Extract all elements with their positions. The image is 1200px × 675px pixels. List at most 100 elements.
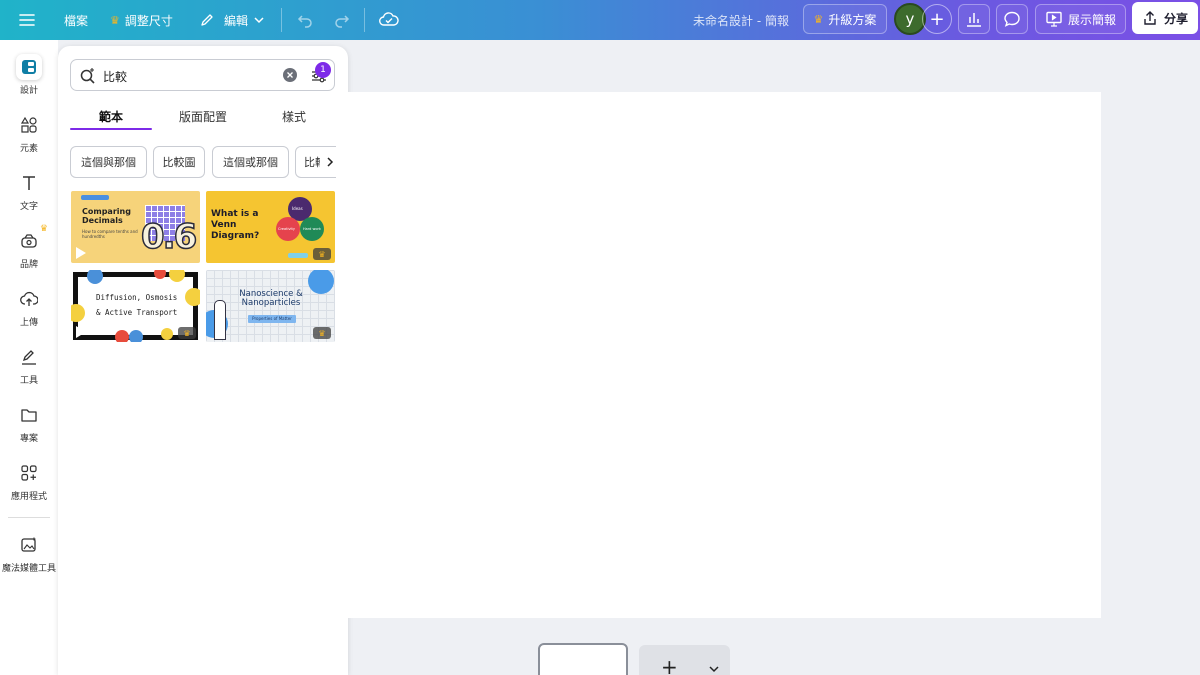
- dot-circle: [185, 288, 200, 306]
- rail-label-text: 文字: [19, 202, 38, 212]
- venn-label: Creativity: [278, 227, 295, 231]
- undo-icon: [297, 15, 312, 28]
- play-icon: [76, 247, 86, 259]
- chip-comparison-chart[interactable]: 比較圖: [153, 146, 205, 178]
- top-bar: 檔案 ♛ 調整尺寸 編輯 未命名設計 - 簡報 ♛ 升級方案 y + 展示簡報: [0, 0, 1200, 40]
- tab-label: 樣式: [281, 109, 306, 124]
- page-thumbnail[interactable]: [538, 643, 628, 675]
- tab-templates[interactable]: 範本: [70, 102, 152, 130]
- rail-item-text[interactable]: 文字: [0, 170, 58, 220]
- dot-circle: [115, 330, 129, 342]
- chip-label: 比較圖: [162, 156, 196, 169]
- template-diffusion-osmosis[interactable]: Diffusion, Osmosis & Active Transport ♛: [71, 270, 200, 342]
- rail-item-magic-media[interactable]: 魔法媒體工具: [0, 532, 58, 582]
- template-title: Nanoscience & Nanoparticles: [239, 289, 303, 308]
- design-canvas[interactable]: [348, 92, 1101, 618]
- left-rail: 設計 元素 文字 ♛ 品牌 上傳 工具 專案 應用程式 魔法媒體工具: [0, 40, 58, 675]
- design-icon: [16, 54, 42, 80]
- chips-scroll-right-button[interactable]: [320, 150, 340, 174]
- cloud-upload-icon: [16, 286, 42, 312]
- resize-button[interactable]: ♛ 調整尺寸: [110, 0, 173, 40]
- rail-item-brand[interactable]: ♛ 品牌: [0, 224, 58, 278]
- rail-label-magic-media: 魔法媒體工具: [1, 564, 56, 574]
- template-subtitle: Properties of Matter: [248, 315, 296, 323]
- share-button[interactable]: 分享: [1132, 2, 1198, 34]
- crown-icon: ♛: [110, 13, 120, 27]
- rail-label-uploads: 上傳: [19, 318, 38, 328]
- undo-button[interactable]: [296, 0, 314, 40]
- insights-button[interactable]: [958, 4, 990, 34]
- figure-circle: [308, 270, 334, 294]
- filter-count-badge: 1: [315, 62, 331, 78]
- brand-icon: ♛: [16, 224, 48, 254]
- search-input[interactable]: [103, 66, 273, 86]
- template-nanoscience[interactable]: Nanoscience & Nanoparticles Properties o…: [206, 270, 335, 342]
- rail-divider: [8, 517, 50, 518]
- rail-item-apps[interactable]: 應用程式: [0, 460, 58, 510]
- edit-menu[interactable]: 編輯: [199, 0, 265, 40]
- templates-panel: 1 範本 版面配置 樣式 這個與那個 比較圖 這個或那個 比較 Comparin…: [58, 46, 348, 675]
- template-comparing-decimals[interactable]: Comparing Decimals How to compare tenths…: [71, 191, 200, 263]
- comment-button[interactable]: [996, 4, 1028, 34]
- chevron-down-icon: [254, 17, 264, 24]
- venn-label: Hard work: [303, 227, 321, 231]
- dot-circle: [161, 328, 173, 340]
- chip-label: 這個或那個: [223, 156, 278, 169]
- venn-label: Ideas: [292, 206, 303, 211]
- magic-image-icon: [16, 532, 42, 558]
- rail-item-projects[interactable]: 專案: [0, 402, 58, 452]
- upgrade-button[interactable]: ♛ 升級方案: [803, 4, 887, 34]
- template-venn-diagram[interactable]: What is a Venn Diagram? Ideas Creativity…: [206, 191, 335, 263]
- redo-button[interactable]: [333, 0, 351, 40]
- plus-icon: +: [929, 8, 945, 30]
- clear-search-button[interactable]: [283, 68, 297, 82]
- pencil-icon: [201, 14, 213, 26]
- label-bar: [81, 195, 109, 200]
- file-menu-label: 檔案: [64, 13, 89, 28]
- text-icon: [16, 170, 42, 196]
- close-icon: [287, 72, 293, 78]
- rail-label-design: 設計: [19, 86, 38, 96]
- edit-label: 編輯: [224, 13, 249, 28]
- toolbar-divider: [364, 8, 365, 32]
- tab-layouts[interactable]: 版面配置: [162, 102, 244, 130]
- rail-item-elements[interactable]: 元素: [0, 112, 58, 162]
- avatar-letter: y: [905, 10, 915, 28]
- chevron-right-icon: [327, 157, 334, 167]
- tab-styles[interactable]: 樣式: [253, 102, 335, 130]
- suggestion-chips: 這個與那個 比較圖 這個或那個 比較: [70, 146, 336, 178]
- rail-label-projects: 專案: [19, 434, 38, 444]
- magic-search-icon: [80, 68, 95, 84]
- redo-icon: [335, 15, 350, 28]
- invite-button[interactable]: +: [922, 4, 952, 34]
- rail-item-uploads[interactable]: 上傳: [0, 286, 58, 336]
- share-icon: [1144, 11, 1156, 25]
- share-label: 分享: [1163, 11, 1188, 26]
- rail-label-tools: 工具: [19, 376, 38, 386]
- rail-label-elements: 元素: [19, 144, 38, 154]
- rail-item-tools[interactable]: 工具: [0, 344, 58, 394]
- chip-this-or-that[interactable]: 這個或那個: [212, 146, 289, 178]
- rail-item-design[interactable]: 設計: [0, 54, 58, 104]
- design-title[interactable]: 未命名設計 - 簡報: [693, 0, 789, 40]
- menu-button[interactable]: [18, 0, 36, 40]
- filter-button[interactable]: 1: [309, 62, 331, 86]
- toolbar-divider: [281, 8, 282, 32]
- add-page-button[interactable]: +: [639, 645, 730, 675]
- save-status-button[interactable]: [379, 0, 399, 40]
- template-title: Diffusion, Osmosis & Active Transport: [96, 293, 178, 317]
- file-menu[interactable]: 檔案: [64, 0, 88, 40]
- tab-label: 範本: [98, 109, 123, 124]
- folder-icon: [16, 402, 42, 428]
- plus-icon: +: [661, 655, 678, 675]
- crown-icon: ♛: [813, 12, 824, 26]
- design-title-text: 未命名設計 - 簡報: [693, 13, 789, 28]
- search-box: 1: [70, 59, 335, 91]
- present-label: 展示簡報: [1067, 12, 1116, 27]
- chevron-down-icon: [709, 666, 719, 673]
- active-tab-indicator: [70, 128, 152, 130]
- comment-icon: [1004, 11, 1020, 27]
- chip-this-and-that[interactable]: 這個與那個: [70, 146, 147, 178]
- apps-icon: [16, 460, 42, 486]
- present-button[interactable]: 展示簡報: [1035, 4, 1126, 34]
